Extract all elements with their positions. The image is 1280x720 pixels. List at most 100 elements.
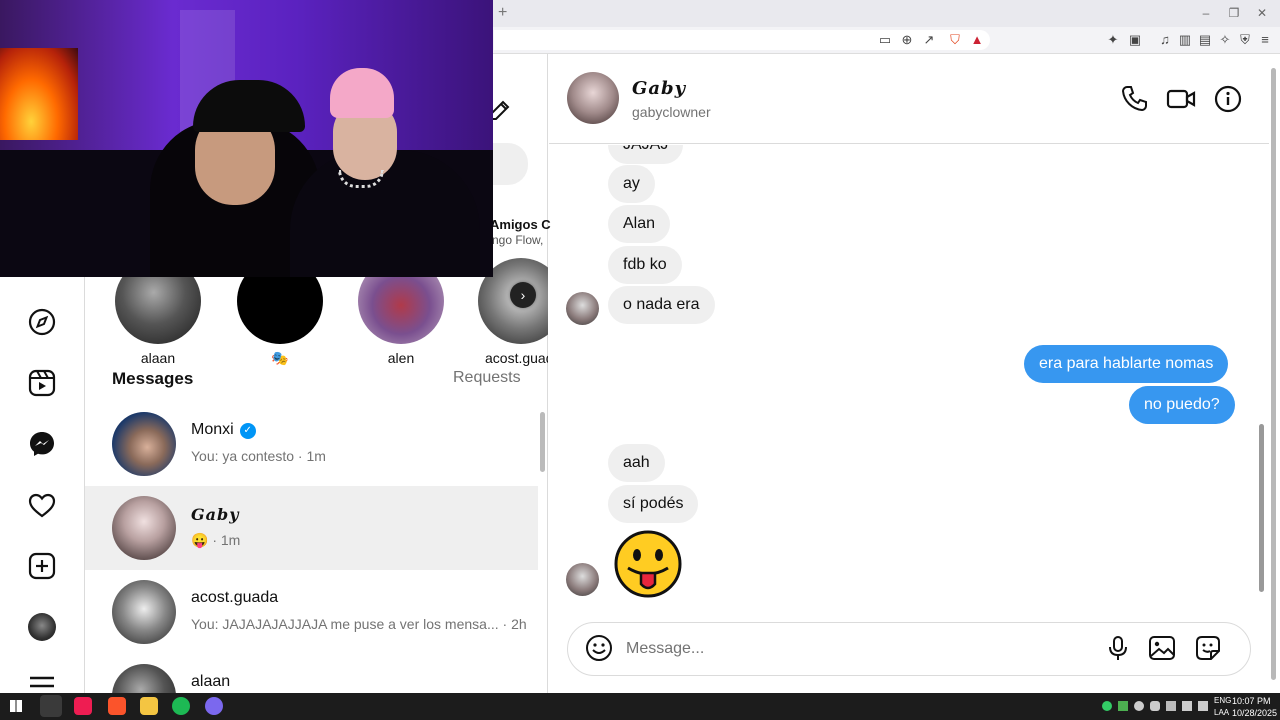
sticker-icon[interactable]: [1194, 634, 1222, 662]
windows-taskbar: [0, 693, 1280, 720]
menu-icon[interactable]: ≡: [1256, 31, 1274, 49]
tongue-emoji-message: [614, 530, 682, 598]
clock-date[interactable]: 10/28/2025: [1232, 708, 1277, 718]
brave-app-icon[interactable]: [108, 697, 126, 715]
minimize-button[interactable]: –: [1196, 5, 1216, 21]
phone-call-icon[interactable]: [1120, 84, 1150, 114]
sender-avatar[interactable]: [566, 292, 599, 325]
story-name: acost.guada: [485, 350, 548, 366]
extensions-icon[interactable]: ✦: [1104, 31, 1122, 49]
microphone-icon[interactable]: [1104, 634, 1132, 662]
brave-shield-icon[interactable]: ⛉: [946, 31, 964, 49]
message-bubble-outgoing: era para hablarte nomas: [1024, 345, 1229, 383]
message-bubble-incoming: ay: [608, 165, 655, 203]
page-scroll-thumb[interactable]: [1271, 68, 1276, 680]
avatar: [112, 496, 176, 560]
message-bubble-incoming: JAJAJ: [608, 145, 684, 164]
conversation-preview: You: ya contesto · 1m: [191, 448, 326, 464]
conversation-item[interactable]: Monxi ✓ You: ya contesto · 1m: [85, 402, 538, 486]
file-explorer-icon[interactable]: [140, 697, 158, 715]
avatar: [112, 580, 176, 644]
sidebar-icon[interactable]: ▥: [1176, 31, 1194, 49]
image-upload-icon[interactable]: [1148, 634, 1176, 662]
emoji-picker-icon[interactable]: [585, 634, 613, 662]
windows-start-icon[interactable]: [10, 700, 22, 712]
new-tab-button[interactable]: +: [498, 4, 514, 22]
restore-button[interactable]: ❐: [1224, 5, 1244, 21]
reels-icon[interactable]: [26, 367, 58, 399]
chat-contact-username: gabyclowner: [632, 104, 711, 120]
leo-icon[interactable]: ✧: [1216, 31, 1234, 49]
reader-icon[interactable]: ▣: [1126, 31, 1144, 49]
verified-badge-icon: ✓: [239, 423, 256, 439]
message-bubble-incoming: o nada era: [608, 286, 715, 324]
avatar: [112, 664, 176, 693]
tray-volume-icon[interactable]: [1198, 701, 1208, 711]
clock-time[interactable]: 10:07 PM: [1232, 696, 1271, 706]
spotify-app-icon[interactable]: [172, 697, 190, 715]
story-name: alaan: [140, 350, 176, 366]
avatar: [112, 412, 176, 476]
conversation-name-text: Monxi: [191, 421, 234, 438]
more-menu-icon[interactable]: [26, 670, 58, 693]
obs-app-icon[interactable]: [40, 695, 62, 717]
story-note-title: Amigos C: [490, 217, 551, 232]
streamer-right-beanie: [330, 68, 394, 118]
story-name: alen: [387, 350, 415, 366]
chat-header: [549, 54, 1269, 144]
profile-avatar[interactable]: [28, 613, 56, 641]
tray-nvidia-icon[interactable]: [1118, 701, 1128, 711]
conversation-item-selected[interactable]: Gaby 😛 · 1m: [85, 486, 538, 570]
search-input[interactable]: [488, 143, 528, 185]
language-indicator-bottom[interactable]: LAA: [1214, 708, 1229, 717]
zoom-icon[interactable]: ⊕: [898, 31, 916, 49]
notifications-heart-icon[interactable]: [26, 489, 58, 521]
messenger-icon[interactable]: [26, 428, 58, 460]
fireplace-graphic: [0, 48, 78, 140]
message-bubble-incoming: aah: [608, 444, 665, 482]
message-bubble-incoming: fdb ko: [608, 246, 682, 284]
message-bubble-incoming: sí podés: [608, 485, 699, 523]
vpn-icon[interactable]: ⛨: [1236, 31, 1254, 49]
media-icon[interactable]: ♫: [1156, 31, 1174, 49]
tiktok-app-icon[interactable]: [74, 697, 92, 715]
conversation-preview: You: JAJAJAJAJJAJA me puse a ver los men…: [191, 616, 527, 632]
requests-link[interactable]: Requests: [453, 369, 521, 387]
story-name: 🎭: [271, 350, 289, 366]
message-input[interactable]: Message...: [626, 640, 704, 658]
conversation-name: alaan: [191, 673, 231, 690]
tray-ime-icon[interactable]: [1166, 701, 1176, 711]
conversation-name: Monxi ✓: [191, 421, 256, 439]
tray-network-icon[interactable]: [1182, 701, 1192, 711]
cast-icon[interactable]: ▭: [876, 31, 894, 49]
info-icon[interactable]: [1213, 84, 1243, 114]
conversation-name: Gaby: [191, 505, 240, 524]
message-bubble-incoming: Alan: [608, 205, 671, 243]
story-next-button[interactable]: ›: [510, 282, 536, 308]
sender-avatar[interactable]: [566, 563, 599, 596]
video-call-icon[interactable]: [1166, 84, 1196, 114]
conversation-item[interactable]: alaan: [85, 654, 538, 693]
wallet-icon[interactable]: ▤: [1196, 31, 1214, 49]
conversation-name: acost.guada: [191, 589, 279, 606]
webcam-overlay: [0, 0, 493, 277]
conversation-preview: 😛 · 1m: [191, 532, 241, 548]
chat-contact-name[interactable]: Gaby: [632, 78, 686, 99]
conversation-item[interactable]: acost.guada You: JAJAJAJAJJAJA me puse a…: [85, 570, 538, 654]
share-icon[interactable]: ↗: [920, 31, 938, 49]
tray-obs-icon[interactable]: [1134, 701, 1144, 711]
chat-scroll-thumb[interactable]: [1259, 424, 1264, 592]
story-note-subtitle: ngo Flow,: [492, 233, 544, 247]
chat-avatar[interactable]: [567, 72, 619, 124]
inbox-scroll-thumb[interactable]: [540, 412, 545, 472]
message-bubble-outgoing: no puedo?: [1129, 386, 1235, 424]
explore-icon[interactable]: [26, 306, 58, 338]
discord-app-icon[interactable]: [205, 697, 223, 715]
messages-heading: Messages: [112, 369, 194, 388]
language-indicator-top[interactable]: ENG: [1214, 696, 1231, 705]
brave-rewards-icon[interactable]: ▲: [968, 31, 986, 49]
tray-mic-icon[interactable]: [1150, 701, 1160, 711]
create-plus-icon[interactable]: [26, 550, 58, 582]
tray-app-icon[interactable]: [1102, 701, 1112, 711]
close-window-button[interactable]: ✕: [1252, 5, 1272, 21]
